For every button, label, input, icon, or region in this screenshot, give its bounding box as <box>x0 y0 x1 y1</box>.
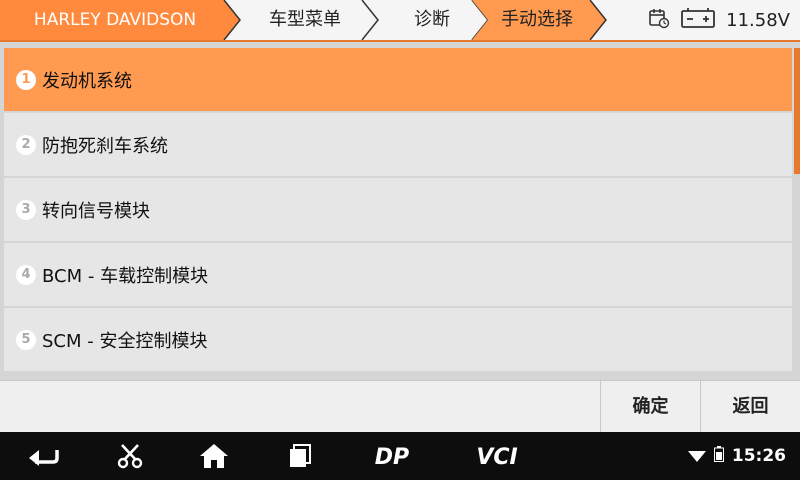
action-bar: 确定 返回 <box>0 380 800 433</box>
back-icon[interactable] <box>24 440 64 472</box>
list-item-turn-signal-module[interactable]: 3 转向信号模块 <box>4 178 792 241</box>
list-scrollbar[interactable] <box>794 48 800 174</box>
breadcrumb-make[interactable]: HARLEY DAVIDSON <box>0 0 230 40</box>
recent-apps-icon[interactable] <box>280 440 320 472</box>
breadcrumb-diagnosis[interactable]: 诊断 <box>382 0 482 40</box>
item-number-badge: 5 <box>16 329 36 350</box>
dp-icon[interactable]: DP <box>362 440 422 472</box>
wifi-icon <box>687 447 706 466</box>
item-label: BCM - 车载控制模块 <box>42 265 209 287</box>
battery-voltage: 11.58V <box>726 9 790 31</box>
system-list: 1 发动机系统 2 防抱死刹车系统 3 转向信号模块 4 BCM - 车载控制模… <box>4 48 792 373</box>
confirm-button[interactable]: 确定 <box>600 381 700 433</box>
nav-status: 15:26 <box>687 432 786 480</box>
dp-label: DP <box>375 445 409 468</box>
list-item-scm[interactable]: 5 SCM - 安全控制模块 <box>4 308 792 371</box>
item-number-badge: 4 <box>16 264 36 285</box>
system-list-panel: 1 发动机系统 2 防抱死刹车系统 3 转向信号模块 4 BCM - 车载控制模… <box>0 40 800 380</box>
scissors-icon[interactable] <box>110 440 150 472</box>
list-item-engine-system[interactable]: 1 发动机系统 <box>4 48 792 111</box>
item-number-badge: 1 <box>16 69 36 90</box>
item-label: SCM - 安全控制模块 <box>42 330 208 352</box>
device-battery-icon <box>713 446 724 466</box>
system-nav-bar: DP VCI 15:26 <box>0 432 800 480</box>
breadcrumb-manual-select: 手动选择 <box>501 9 573 30</box>
home-icon[interactable] <box>194 440 234 472</box>
vci-icon[interactable]: VCI <box>466 440 528 472</box>
breadcrumb-model-menu[interactable]: 车型菜单 <box>240 0 370 40</box>
back-button[interactable]: 返回 <box>700 381 800 433</box>
item-label: 转向信号模块 <box>42 200 150 222</box>
title-bar: HARLEY DAVIDSON 车型菜单 诊断 手动选择 11.58V <box>0 0 800 40</box>
item-number-badge: 3 <box>16 199 36 220</box>
list-item-abs[interactable]: 2 防抱死刹车系统 <box>4 113 792 176</box>
header-status: 11.58V <box>648 0 790 40</box>
item-label: 防抱死刹车系统 <box>42 135 168 157</box>
item-label: 发动机系统 <box>42 70 132 92</box>
calendar-clock-icon <box>648 7 670 33</box>
item-number-badge: 2 <box>16 134 36 155</box>
battery-icon <box>680 7 716 33</box>
list-item-bcm[interactable]: 4 BCM - 车载控制模块 <box>4 243 792 306</box>
clock: 15:26 <box>731 446 786 466</box>
vci-label: VCI <box>476 445 517 468</box>
